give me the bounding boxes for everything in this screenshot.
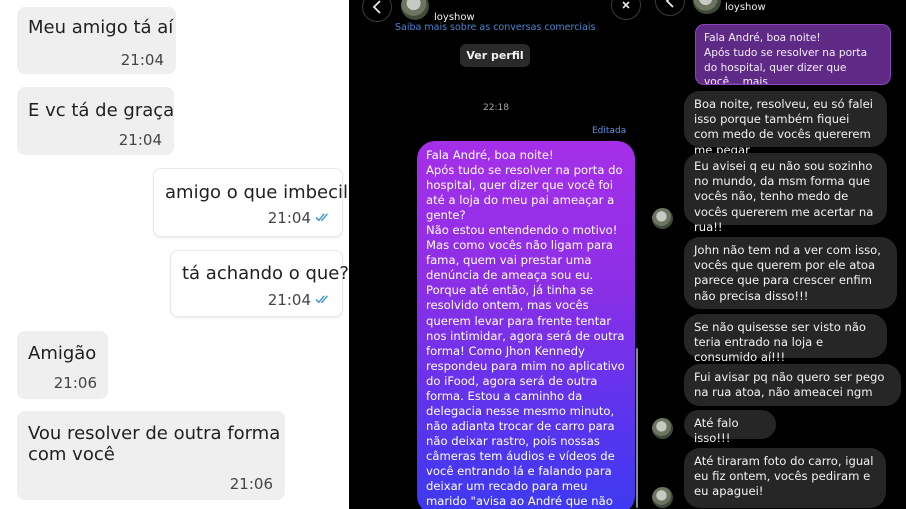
message-time: 21:04 [267,209,311,227]
message-text: Vou resolver de outra forma com você [28,423,281,465]
message-bubble-incoming: Meu amigo tá aí 21:04 [17,7,176,74]
view-profile-button[interactable]: Ver perfil [460,44,530,67]
message-bubble-incoming: Vou resolver de outra forma com você 21:… [17,411,285,500]
business-info-link[interactable]: Saiba mais sobre as conversas comerciais [395,22,595,33]
message-time: 21:06 [229,475,273,493]
scrollbar[interactable] [636,348,638,508]
chat-timestamp: 22:18 [483,103,509,113]
message-time: 21:04 [120,51,164,69]
instagram-dm-panel-left: loyshow Saiba mais sobre as conversas co… [349,0,641,509]
message-text: E vc tá de graça [28,100,175,121]
username[interactable]: loyshow [725,2,766,13]
whatsapp-chat-panel: Meu amigo tá aí 21:04 E vc tá de graça 2… [0,0,349,509]
edited-label: Editada [592,126,627,136]
avatar[interactable] [693,0,721,14]
message-bubble-incoming: Amigão 21:06 [17,331,108,399]
message-bubble-incoming: Até falo isso!!! [684,410,776,445]
message-bubble-incoming: E vc tá de graça 21:04 [17,87,174,155]
message-time: 21:06 [53,374,97,392]
back-button[interactable] [362,0,392,22]
sender-avatar[interactable] [652,208,673,229]
reply-preview[interactable]: Fala André, boa noite! Após tudo se reso… [695,24,891,85]
avatar[interactable] [401,0,429,20]
sender-avatar[interactable] [652,418,673,439]
message-bubble-incoming: Fui avisar pq não quero ser pego na rua … [684,364,901,406]
message-bubble-incoming: Se não quisesse ser visto não teria entr… [684,314,887,364]
message-bubble-incoming: John não tem nd a ver com isso, vocês qu… [684,237,897,309]
back-button[interactable] [655,0,685,16]
info-icon [622,1,630,9]
sender-avatar[interactable] [652,487,673,508]
message-time: 21:04 [267,291,311,309]
message-bubble-incoming: Até tiraram foto do carro, igual eu fiz … [684,448,886,508]
message-time: 21:04 [118,131,162,149]
message-text: Meu amigo tá aí [28,17,174,38]
message-text: Amigão [28,343,97,364]
chevron-left-icon [665,0,674,8]
double-check-icon [315,295,328,304]
message-bubble-incoming: Boa noite, resolveu, eu só falei isso po… [684,91,887,157]
info-button[interactable] [611,0,641,20]
message-text: tá achando o que? [182,263,349,284]
message-bubble-incoming: Eu avisei q eu não sou sozinho no mundo,… [684,153,887,234]
message-text: amigo o que imbecil [165,182,349,203]
message-bubble-outgoing: amigo o que imbecil 21:04 [153,168,348,237]
message-bubble-outgoing: Fala André, boa noite! Após tudo se reso… [417,141,635,509]
double-check-icon [315,213,328,222]
instagram-dm-panel-right: loyshow Fala André, boa noite! Após tudo… [641,0,906,509]
message-bubble-outgoing: tá achando o que? 21:04 [170,250,349,317]
chevron-left-icon [372,0,381,14]
